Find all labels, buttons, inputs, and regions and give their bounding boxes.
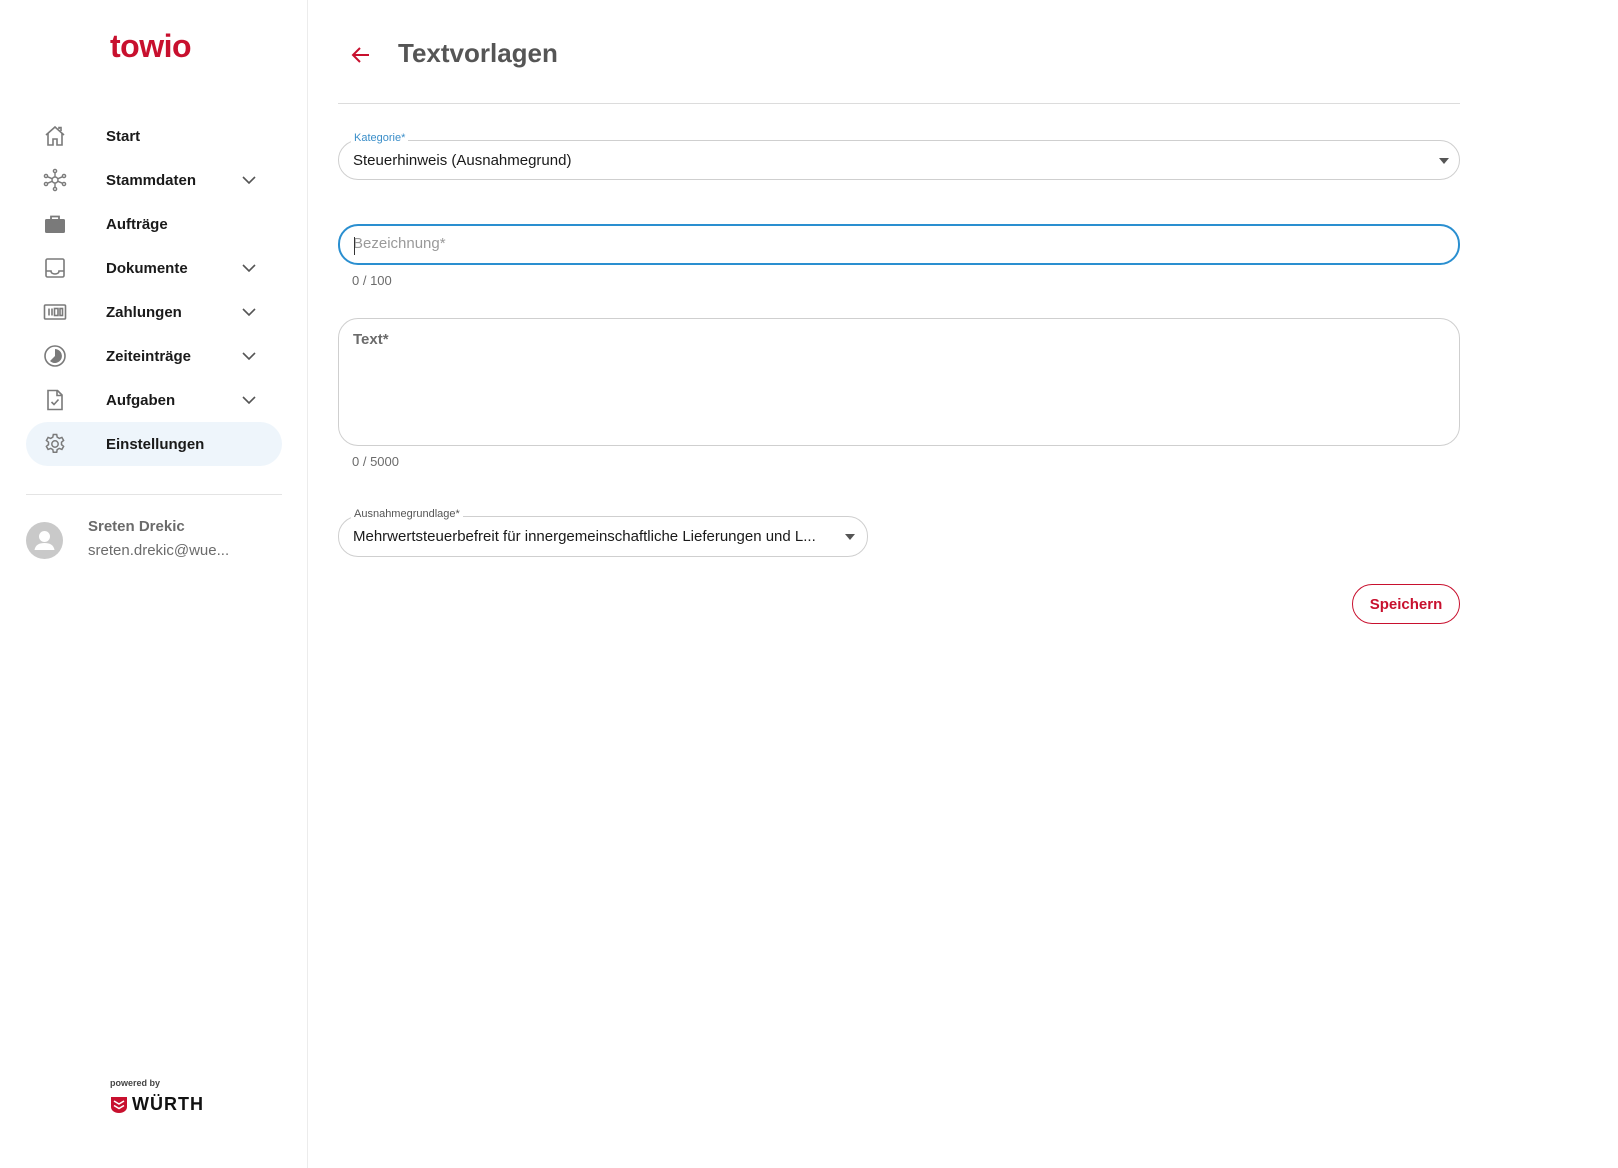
sidebar-nav: Start Stammdaten Aufträge Dokumente Zahl… <box>26 114 282 466</box>
chevron-down-icon[interactable] <box>240 303 258 321</box>
ausnahmegrundlage-value: Mehrwertsteuerbefreit für innergemeinsch… <box>353 528 816 545</box>
sidebar-item-label: Einstellungen <box>106 435 205 453</box>
bezeichnung-input[interactable] <box>353 235 1433 252</box>
barcode-icon <box>42 300 68 324</box>
user-email: sreten.drekic@wue... <box>88 542 230 559</box>
sidebar-item-label: Start <box>106 127 141 145</box>
wurth-wordmark: WÜRTH <box>132 1094 204 1114</box>
header-divider <box>338 103 1460 104</box>
sidebar-item-label: Zahlungen <box>106 303 182 321</box>
home-icon <box>42 124 68 148</box>
ausnahmegrundlage-select[interactable]: Ausnahmegrundlage* Mehrwertsteuerbefreit… <box>338 508 868 557</box>
task-document-icon <box>42 388 68 412</box>
chevron-down-icon[interactable] <box>240 347 258 365</box>
chevron-down-icon[interactable] <box>240 391 258 409</box>
network-icon <box>42 168 68 192</box>
kategorie-label: Kategorie* <box>351 132 409 144</box>
sidebar-item-start[interactable]: Start <box>26 114 282 158</box>
sidebar-item-label: Aufgaben <box>106 391 176 409</box>
powered-by-label: powered by <box>110 1078 161 1088</box>
user-avatar-icon <box>34 531 55 550</box>
avatar[interactable] <box>26 522 63 559</box>
gear-icon <box>42 432 68 456</box>
kategorie-select[interactable]: Kategorie* Steuerhinweis (Ausnahmegrund) <box>338 132 1460 180</box>
sidebar-item-label: Aufträge <box>106 215 168 233</box>
wurth-logo: WÜRTH <box>110 1094 204 1115</box>
briefcase-icon <box>42 212 68 236</box>
towio-logo[interactable]: towio <box>110 28 192 65</box>
sidebar-item-zeiteintraege[interactable]: Zeiteinträge <box>26 334 282 378</box>
sidebar-item-auftraege[interactable]: Aufträge <box>26 202 282 246</box>
user-name: Sreten Drekic <box>88 518 185 535</box>
dropdown-caret-icon[interactable] <box>1439 158 1449 164</box>
ausnahmegrundlage-label: Ausnahmegrundlage* <box>351 508 463 520</box>
clock-icon <box>42 344 68 368</box>
text-textarea[interactable]: Text* <box>338 318 1460 446</box>
sidebar: towio Start Stammdaten Aufträge Dokument… <box>0 0 308 1168</box>
chevron-down-icon[interactable] <box>240 259 258 277</box>
text-label: Text* <box>353 331 389 348</box>
text-cursor <box>354 237 355 255</box>
bezeichnung-counter: 0 / 100 <box>352 273 392 288</box>
page-title: Textvorlagen <box>398 38 558 68</box>
inbox-icon <box>42 256 68 280</box>
chevron-down-icon[interactable] <box>240 171 258 189</box>
sidebar-item-label: Stammdaten <box>106 171 197 189</box>
back-arrow-icon[interactable] <box>348 42 374 68</box>
bezeichnung-field[interactable] <box>338 224 1460 265</box>
save-button[interactable]: Speichern <box>1352 584 1460 624</box>
sidebar-item-label: Zeiteinträge <box>106 347 192 365</box>
dropdown-caret-icon[interactable] <box>845 534 855 540</box>
sidebar-item-stammdaten[interactable]: Stammdaten <box>26 158 282 202</box>
text-counter: 0 / 5000 <box>352 454 399 469</box>
kategorie-value: Steuerhinweis (Ausnahmegrund) <box>353 152 572 169</box>
user-profile[interactable]: Sreten Drekic sreten.drekic@wue... <box>26 516 286 566</box>
sidebar-item-aufgaben[interactable]: Aufgaben <box>26 378 282 422</box>
main-content: Textvorlagen Kategorie* Steuerhinweis (A… <box>338 0 1460 1168</box>
sidebar-item-einstellungen[interactable]: Einstellungen <box>26 422 282 466</box>
sidebar-divider <box>26 494 282 495</box>
wurth-emblem-icon <box>111 1096 127 1113</box>
sidebar-item-zahlungen[interactable]: Zahlungen <box>26 290 282 334</box>
sidebar-item-label: Dokumente <box>106 259 188 277</box>
sidebar-item-dokumente[interactable]: Dokumente <box>26 246 282 290</box>
